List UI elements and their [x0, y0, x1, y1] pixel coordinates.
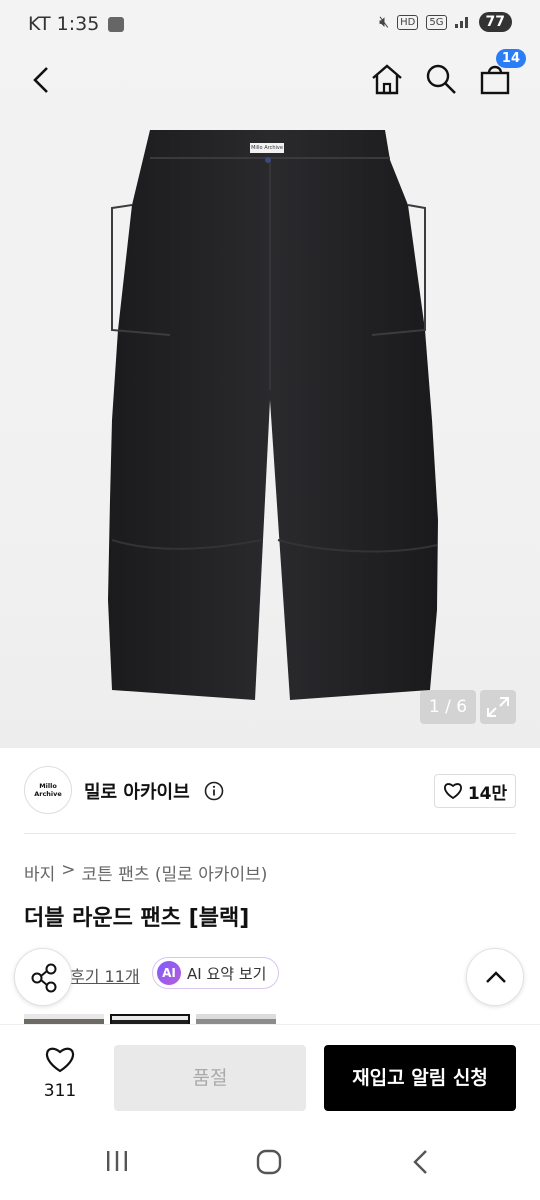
home-icon [372, 64, 402, 95]
network-icon: 5G [426, 14, 447, 30]
breadcrumb: 바지 > 코튼 팬츠 (밀로 아카이브) [24, 860, 267, 885]
heart-icon [46, 1047, 74, 1073]
system-nav-bar [0, 1130, 540, 1200]
back-chevron-icon [413, 1150, 427, 1174]
cart-count-badge: 14 [495, 49, 526, 68]
share-button[interactable] [14, 948, 72, 1006]
wishlist-button[interactable]: 311 [28, 1045, 92, 1101]
breadcrumb-item-cotton-pants[interactable]: 코튼 팬츠 (밀로 아카이브) [82, 860, 268, 885]
back-button[interactable] [30, 65, 52, 99]
product-title: 더블 라운드 팬츠 [블랙] [24, 906, 250, 931]
product-image-gallery[interactable] [0, 0, 540, 748]
divider [24, 833, 516, 834]
soldout-button: 품절 [114, 1045, 306, 1111]
ai-badge-icon: AI [157, 961, 181, 985]
breadcrumb-separator: > [61, 860, 76, 880]
brand-row[interactable]: Millo Archive 밀로 아카이브 14만 [24, 766, 516, 816]
cart-button[interactable]: 14 [478, 49, 526, 99]
status-bar: KT 1:35 🔇︎ HD 5G 77 [0, 0, 540, 50]
recent-apps-button[interactable] [104, 1148, 130, 1178]
search-icon [426, 64, 456, 94]
chevron-up-icon [486, 971, 506, 983]
expand-image-button[interactable] [480, 690, 516, 724]
brand-logo[interactable]: Millo Archive [24, 766, 72, 814]
back-nav-button[interactable] [410, 1148, 432, 1180]
breadcrumb-item-pants[interactable]: 바지 [24, 860, 55, 885]
carrier-time: KT 1:35 [28, 13, 100, 35]
notification-icon [108, 17, 124, 32]
product-label-text: Millo Archive [251, 145, 283, 151]
expand-icon [487, 697, 509, 717]
restock-alert-button[interactable]: 재입고 알림 신청 [324, 1045, 516, 1111]
hd-icon: HD [397, 14, 419, 30]
chevron-left-icon [33, 67, 48, 93]
brand-like-count: 14만 [467, 783, 508, 804]
wishlist-count: 311 [43, 1081, 77, 1101]
home-circle-icon [256, 1149, 282, 1175]
bottom-action-bar: 311 품절 재입고 알림 신청 [0, 1024, 540, 1129]
ai-summary-label: AI 요약 보기 [187, 964, 267, 983]
battery-indicator: 77 [478, 12, 512, 32]
recent-apps-icon [107, 1151, 127, 1171]
mute-icon: 🔇︎ [379, 12, 390, 31]
share-icon [31, 963, 57, 993]
scroll-top-button[interactable] [466, 948, 524, 1006]
search-button[interactable] [424, 63, 458, 99]
reviews-link[interactable]: 후기 11개 [70, 963, 140, 987]
system-indicators: 🔇︎ HD 5G 77 [379, 12, 512, 32]
brand-name[interactable]: 밀로 아카이브 [84, 778, 190, 804]
brand-like-button[interactable]: 14만 [434, 774, 516, 808]
ai-summary-button[interactable]: AI AI 요약 보기 [152, 957, 280, 989]
heart-icon [443, 783, 462, 800]
app-header: 14 [0, 49, 540, 105]
signal-icon [454, 13, 471, 32]
home-nav-button[interactable] [255, 1148, 283, 1180]
home-button[interactable] [370, 63, 404, 99]
info-icon[interactable] [204, 781, 224, 805]
product-image-pants [108, 130, 438, 700]
image-page-counter: 1 / 6 [420, 690, 476, 724]
